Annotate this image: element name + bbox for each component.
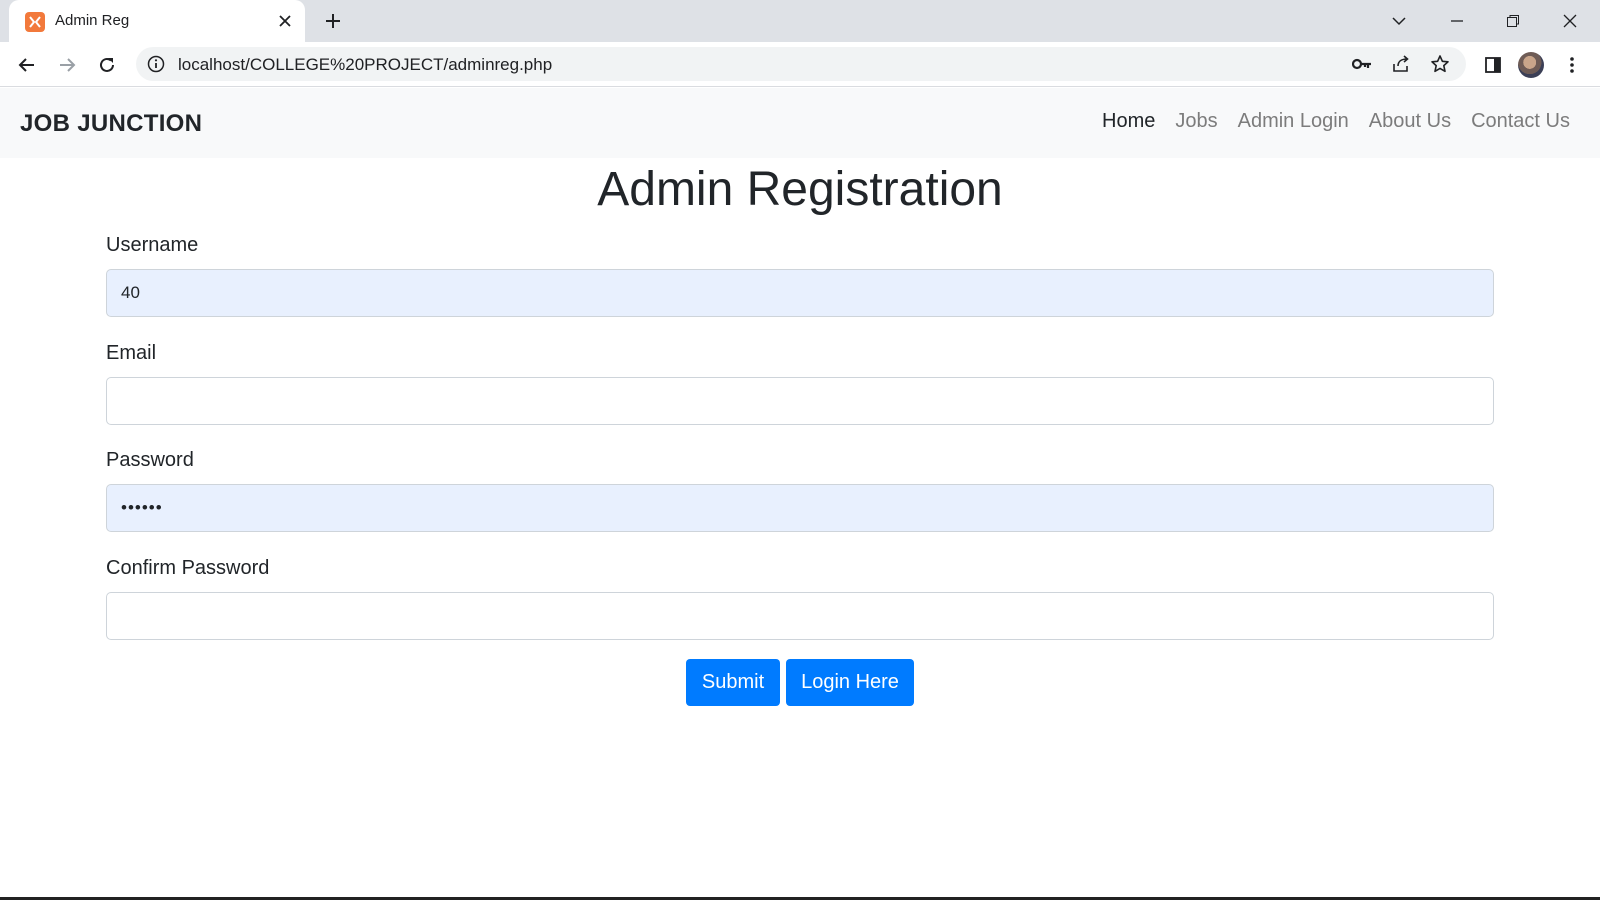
plus-icon[interactable] — [322, 10, 344, 32]
profile-avatar[interactable] — [1518, 52, 1544, 78]
nav-link-contact-us[interactable]: Contact Us — [1471, 110, 1570, 133]
submit-button[interactable]: Submit — [686, 659, 780, 706]
restore-icon[interactable] — [1498, 6, 1528, 36]
xampp-favicon-icon — [25, 12, 45, 32]
nav-link-admin-login[interactable]: Admin Login — [1238, 110, 1349, 133]
share-icon[interactable] — [1388, 51, 1414, 77]
back-arrow-icon[interactable] — [12, 50, 42, 80]
chevron-down-icon[interactable] — [1384, 6, 1414, 36]
confirm-password-input[interactable] — [106, 592, 1494, 640]
brand-logo-text[interactable]: JOB JUNCTION — [20, 110, 202, 138]
close-window-icon[interactable] — [1555, 6, 1585, 36]
address-bar[interactable]: localhost/COLLEGE%20PROJECT/adminreg.php — [136, 47, 1466, 81]
username-input[interactable] — [106, 269, 1494, 317]
nav-link-about-us[interactable]: About Us — [1369, 110, 1451, 133]
browser-toolbar: localhost/COLLEGE%20PROJECT/adminreg.php — [0, 42, 1600, 87]
minimize-icon[interactable] — [1442, 6, 1472, 36]
username-label: Username — [106, 234, 199, 256]
forward-arrow-icon[interactable] — [52, 50, 82, 80]
side-panel-icon[interactable] — [1478, 50, 1508, 80]
password-label: Password — [106, 449, 194, 471]
nav-links: Home Jobs Admin Login About Us Contact U… — [1102, 110, 1570, 133]
confirm-password-label: Confirm Password — [106, 557, 270, 579]
password-input[interactable] — [106, 484, 1494, 532]
nav-link-home[interactable]: Home — [1102, 110, 1155, 133]
page-title: Admin Registration — [597, 163, 1003, 216]
tab-title: Admin Reg — [55, 12, 130, 29]
browser-tab[interactable]: Admin Reg — [9, 0, 305, 42]
star-icon[interactable] — [1427, 51, 1453, 77]
reload-icon[interactable] — [92, 50, 122, 80]
email-input[interactable] — [106, 377, 1494, 425]
nav-link-jobs[interactable]: Jobs — [1175, 110, 1217, 133]
close-icon[interactable] — [275, 11, 295, 31]
login-here-button[interactable]: Login Here — [786, 659, 914, 706]
browser-tabstrip: Admin Reg — [0, 0, 1600, 42]
kebab-menu-icon[interactable] — [1557, 50, 1587, 80]
site-navbar: JOB JUNCTION Home Jobs Admin Login About… — [0, 88, 1600, 158]
key-icon[interactable] — [1349, 51, 1375, 77]
email-label: Email — [106, 342, 157, 364]
info-icon[interactable] — [146, 54, 166, 74]
url-text[interactable]: localhost/COLLEGE%20PROJECT/adminreg.php — [178, 55, 552, 75]
